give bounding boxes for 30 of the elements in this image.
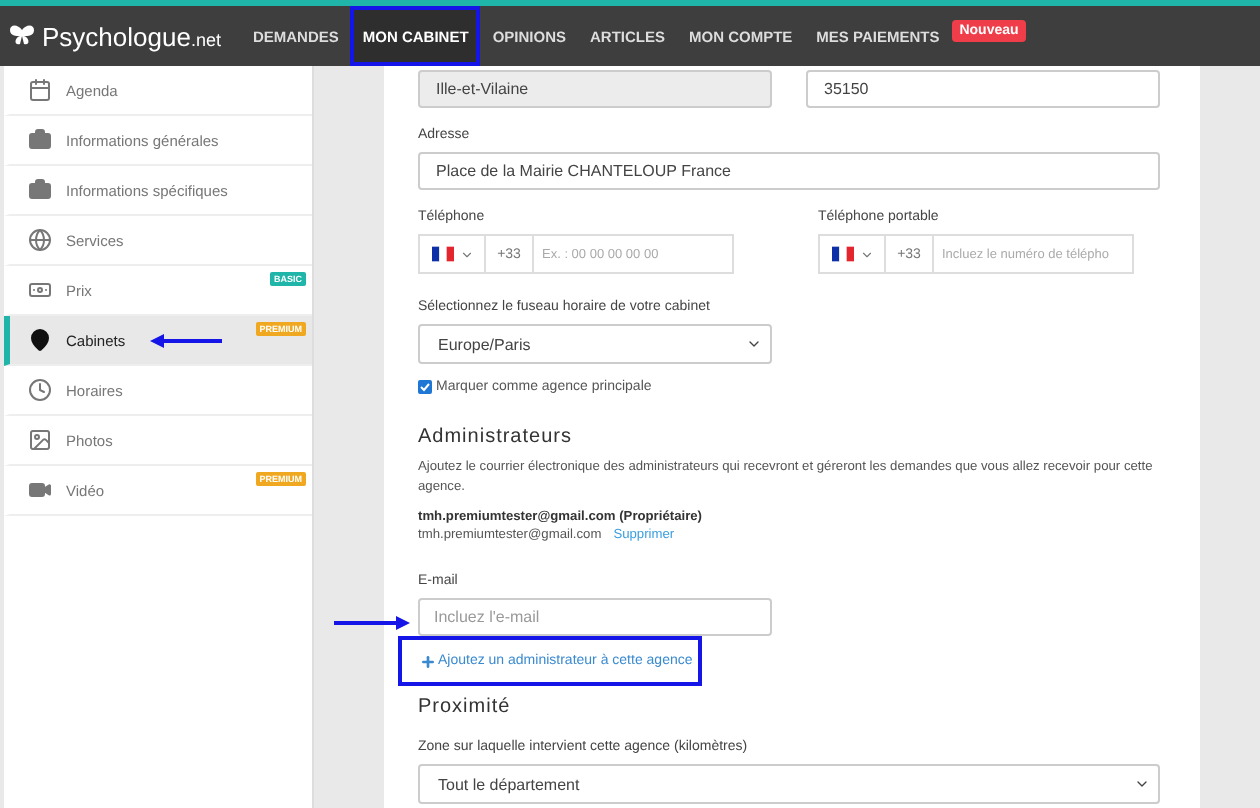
checkbox[interactable] [418,380,432,394]
image-icon [28,428,52,452]
toolbox-icon [28,178,52,202]
section-heading: Administrateurs [418,426,574,448]
chevron-icon [1134,776,1150,792]
video-camera-icon [28,478,52,502]
postcode-field[interactable]: 35150 [806,70,1160,108]
site-logo-text[interactable]: Psychologue.net [42,21,221,51]
calendar-icon [28,78,52,102]
region-field: Ille-et-Vilaine [418,70,772,108]
chevron-icon [746,336,762,352]
map-pin-icon [28,328,52,352]
email-input[interactable]: Incluez l'e-mail [418,598,772,636]
address-field[interactable]: Place de la Mairie CHANTELOUP France [418,152,1160,190]
banknote-icon [28,278,52,302]
france-flag-icon [831,246,853,262]
france-flag-icon [431,246,453,262]
plus-icon [420,653,436,669]
clock-icon [28,378,52,402]
country-selector[interactable] [418,234,486,274]
section-heading: Proximité [418,696,513,718]
chevron-icon [859,247,873,261]
country-selector[interactable] [818,234,886,274]
butterfly-logo-icon [8,24,36,48]
briefcase-icon [28,128,52,152]
chevron-icon [459,247,473,261]
timezone-select[interactable]: Europe/Paris [418,324,772,364]
globe-icon [28,228,52,252]
proximity-select[interactable]: Tout le département [418,764,1160,804]
annotation-arrow [334,616,410,630]
